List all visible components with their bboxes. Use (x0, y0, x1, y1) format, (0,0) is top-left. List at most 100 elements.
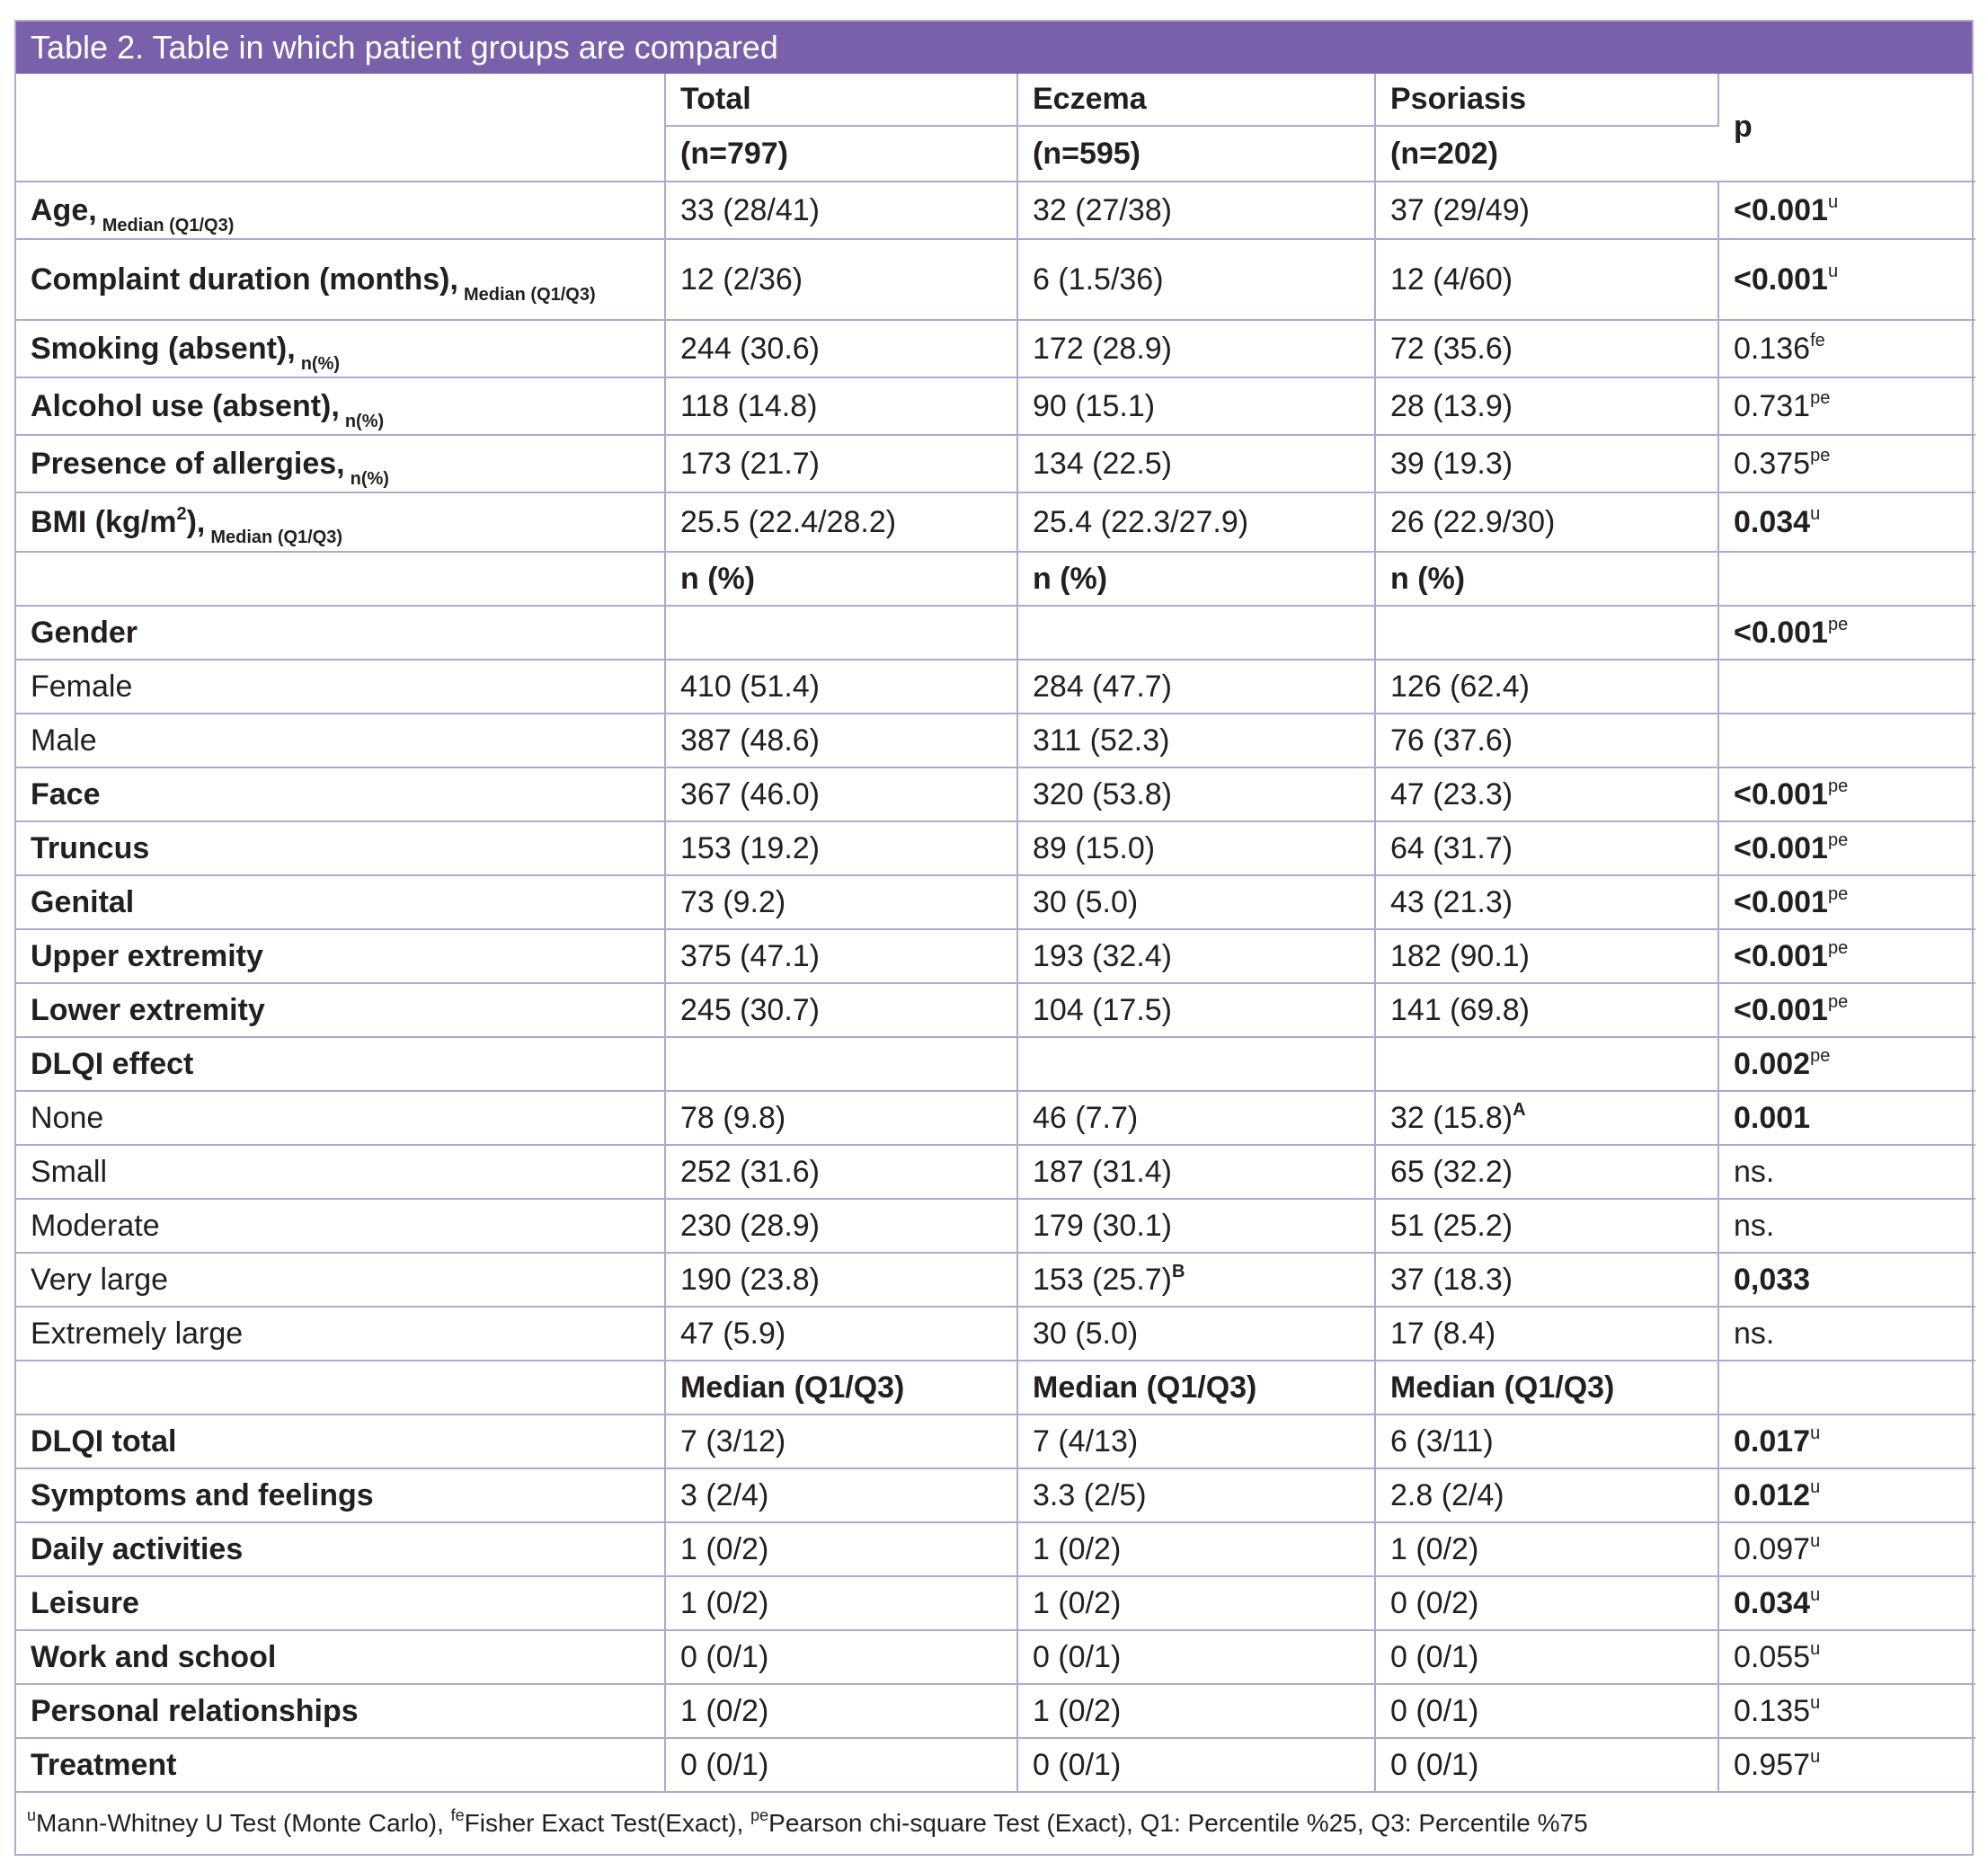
psoriasis-cell: 0 (0/2) (1375, 1576, 1719, 1631)
psoriasis-cell: 51 (25.2) (1375, 1199, 1719, 1254)
table-row: Work and school 0 (0/1) 0 (0/1) 0 (0/1) 0.05… (16, 1630, 1975, 1685)
psoriasis-cell: 72 (35.6) (1375, 320, 1719, 378)
median-eczema: Median (Q1/Q3) (1017, 1361, 1376, 1415)
total-cell: 367 (46.0) (665, 767, 1018, 822)
psoriasis-cell: 39 (19.3) (1375, 435, 1719, 493)
eczema-cell: 193 (32.4) (1017, 929, 1376, 984)
psoriasis-cell (1375, 1037, 1719, 1092)
p-value-cell: ns. (1718, 1145, 1975, 1200)
header-psoriasis: Psoriasis (1375, 74, 1719, 127)
table-row: Age, Median (Q1/Q3) 33 (28/41) 32 (27/38) 37… (16, 182, 1975, 240)
total-cell: 1 (0/2) (665, 1684, 1018, 1739)
psoriasis-cell: 37 (29/49) (1375, 182, 1719, 240)
psoriasis-cell: 182 (90.1) (1375, 929, 1719, 984)
row-label: Moderate (16, 1199, 666, 1254)
total-cell: 230 (28.9) (665, 1199, 1018, 1254)
total-cell: 190 (23.8) (665, 1253, 1018, 1308)
table-row: Very large 190 (23.8) 153 (25.7)B 37 (18.3)… (16, 1253, 1975, 1308)
row-label: Complaint duration (months), Median (Q1/Q… (16, 239, 666, 321)
eczema-cell: 1 (0/2) (1017, 1684, 1376, 1739)
median-header-row: Median (Q1/Q3) Median (Q1/Q3) Median (Q1/Q… (16, 1361, 1975, 1415)
psoriasis-cell: 37 (18.3) (1375, 1253, 1719, 1308)
table-row: Personal relationships 1 (0/2) 1 (0/2) 0 (0… (16, 1684, 1975, 1739)
header-psoriasis-n: (n=202) (1375, 126, 1718, 182)
eczema-cell: 284 (47.7) (1017, 660, 1376, 714)
table-row: Face 367 (46.0) 320 (53.8) 47 (23.3) <0.001p… (16, 767, 1975, 822)
psoriasis-cell: 126 (62.4) (1375, 660, 1719, 714)
eczema-cell: 32 (27/38) (1017, 182, 1376, 240)
total-cell: 0 (0/1) (665, 1738, 1018, 1793)
eczema-cell: 311 (52.3) (1017, 714, 1376, 768)
empty-cell (1718, 1361, 1975, 1415)
psoriasis-cell: 141 (69.8) (1375, 983, 1719, 1038)
header-total-n: (n=797) (665, 126, 1018, 182)
eczema-cell: 30 (5.0) (1017, 875, 1376, 930)
eczema-cell (1017, 606, 1376, 661)
row-label: Very large (16, 1253, 666, 1308)
p-value-cell: 0.731pe (1718, 377, 1975, 436)
row-label: Treatment (16, 1738, 666, 1793)
table-row: Treatment 0 (0/1) 0 (0/1) 0 (0/1) 0.957u (16, 1738, 1975, 1793)
psoriasis-cell: 2.8 (2/4) (1375, 1468, 1719, 1523)
row-label: Daily activities (16, 1522, 666, 1577)
total-cell: 375 (47.1) (665, 929, 1018, 984)
total-cell: 12 (2/36) (665, 239, 1018, 321)
table-row: Alcohol use (absent), n(%) 118 (14.8) 90 (1… (16, 377, 1975, 436)
p-value-cell: 0,033 (1718, 1253, 1975, 1308)
eczema-cell: 320 (53.8) (1017, 767, 1376, 822)
p-value-cell (1718, 714, 1975, 768)
eczema-cell: 7 (4/13) (1017, 1414, 1376, 1469)
table-row: Male 387 (48.6) 311 (52.3) 76 (37.6) (16, 714, 1975, 768)
p-value-cell (1718, 660, 1975, 714)
header-p: p (1718, 74, 1975, 182)
median-total: Median (Q1/Q3) (665, 1361, 1018, 1415)
table-row: Presence of allergies, n(%) 173 (21.7) 134 … (16, 435, 1975, 493)
table-row: Daily activities 1 (0/2) 1 (0/2) 1 (0/2) 0.0… (16, 1522, 1975, 1577)
row-label: Work and school (16, 1630, 666, 1685)
total-cell: 118 (14.8) (665, 377, 1018, 436)
table-container: Table 2. Table in which patient groups a… (14, 20, 1975, 1856)
total-cell: 244 (30.6) (665, 320, 1018, 378)
eczema-cell: 1 (0/2) (1017, 1576, 1376, 1631)
table-row: BMI (kg/m2), Median (Q1/Q3) 25.5 (22.4/28.… (16, 492, 1975, 553)
p-value-cell: <0.001pe (1718, 767, 1975, 822)
total-cell: 3 (2/4) (665, 1468, 1018, 1523)
eczema-cell: 30 (5.0) (1017, 1307, 1376, 1361)
eczema-cell: 172 (28.9) (1017, 320, 1376, 378)
p-value-cell: <0.001pe (1718, 983, 1975, 1038)
eczema-cell: 6 (1.5/36) (1017, 239, 1376, 321)
p-value-cell: 0.001 (1718, 1091, 1975, 1146)
psoriasis-cell: 28 (13.9) (1375, 377, 1719, 436)
row-label: Male (16, 714, 666, 768)
eczema-cell: 104 (17.5) (1017, 983, 1376, 1038)
total-cell: 7 (3/12) (665, 1414, 1018, 1469)
empty-cell (16, 1361, 666, 1415)
row-label: Smoking (absent), n(%) (16, 320, 666, 378)
p-value-cell: ns. (1718, 1199, 1975, 1254)
table-row: Leisure 1 (0/2) 1 (0/2) 0 (0/2) 0.034u (16, 1576, 1975, 1631)
psoriasis-cell: 65 (32.2) (1375, 1145, 1719, 1200)
psoriasis-cell (1375, 606, 1719, 661)
psoriasis-cell: 0 (0/1) (1375, 1630, 1719, 1685)
row-label: Truncus (16, 821, 666, 876)
total-cell: 245 (30.7) (665, 983, 1018, 1038)
row-label: Genital (16, 875, 666, 930)
total-cell: 73 (9.2) (665, 875, 1018, 930)
comparison-table: Total Eczema Psoriasis p (n=797) (n=595)… (16, 74, 1975, 1793)
psoriasis-cell: 0 (0/1) (1375, 1684, 1719, 1739)
table-row: Complaint duration (months), Median (Q1/Q… (16, 239, 1975, 321)
p-value-cell: 0.136fe (1718, 320, 1975, 378)
p-value-cell: <0.001u (1718, 182, 1975, 240)
total-cell: 153 (19.2) (665, 821, 1018, 876)
eczema-cell: 134 (22.5) (1017, 435, 1376, 493)
header-row: Total Eczema Psoriasis p (16, 74, 1975, 182)
p-value-cell: <0.001pe (1718, 929, 1975, 984)
row-label: None (16, 1091, 666, 1146)
p-value-cell: <0.001u (1718, 239, 1975, 321)
row-label: Female (16, 660, 666, 714)
psoriasis-cell: 26 (22.9/30) (1375, 492, 1719, 553)
table-row: Upper extremity 375 (47.1) 193 (32.4) 182 (… (16, 929, 1975, 984)
p-value-cell: 0.012u (1718, 1468, 1975, 1523)
row-label: Gender (16, 606, 666, 661)
eczema-cell: 153 (25.7)B (1017, 1253, 1376, 1308)
